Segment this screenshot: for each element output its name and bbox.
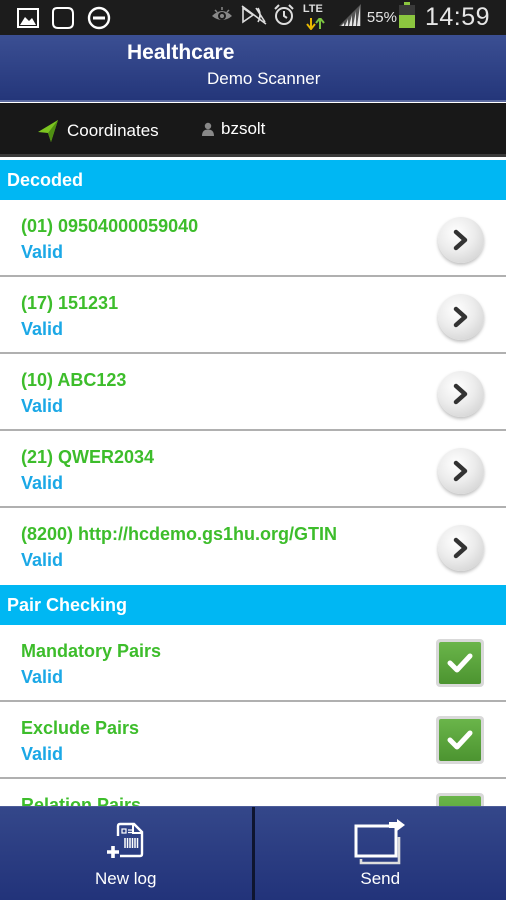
details-button[interactable] (438, 448, 484, 494)
decoded-status: Valid (21, 319, 64, 339)
coordinates-button[interactable]: Coordinates (37, 119, 159, 143)
new-log-icon (104, 819, 148, 865)
pair-check-row[interactable]: Relation Pairs (0, 779, 506, 806)
details-button[interactable] (438, 294, 484, 340)
decoded-row[interactable]: (01) 09504000059040 Valid (0, 200, 506, 277)
checkmark-icon (447, 730, 473, 750)
decoded-row[interactable]: (17) 151231 Valid (0, 277, 506, 354)
decoded-value: (21) QWER2034 (21, 447, 155, 467)
chevron-right-icon (453, 229, 468, 251)
user-indicator: bzsolt (202, 119, 265, 139)
decoded-row[interactable]: (8200) http://hcdemo.gs1hu.org/GTIN Vali… (0, 508, 506, 585)
decoded-row[interactable]: (21) QWER2034 Valid (0, 431, 506, 508)
info-bar: Coordinates bzsolt (0, 103, 506, 157)
details-button[interactable] (438, 525, 484, 571)
app-subtitle: Demo Scanner (207, 69, 321, 88)
pair-check-row[interactable]: Mandatory Pairs Valid (0, 625, 506, 702)
decoded-value: (01) 09504000059040 (21, 216, 199, 236)
lte-data-icon: LTE (303, 2, 329, 32)
decoded-row[interactable]: (10) ABC123 Valid (0, 354, 506, 431)
bottom-action-bar: New log Send (0, 806, 506, 900)
send-icon (353, 819, 407, 865)
section-header-pair-checking: Pair Checking (0, 585, 506, 625)
decoded-status: Valid (21, 396, 64, 416)
eye-icon (211, 6, 233, 29)
pair-check-status: Valid (21, 667, 64, 687)
battery-percent: 55% (366, 8, 397, 26)
pair-check-checkbox[interactable] (436, 716, 484, 764)
chevron-right-icon (453, 383, 468, 405)
pair-check-name: Mandatory Pairs (21, 641, 162, 661)
details-button[interactable] (438, 371, 484, 417)
user-name: bzsolt (221, 119, 266, 138)
app-title: Healthcare (127, 41, 235, 64)
app-header: Healthcare Demo Scanner (0, 35, 506, 102)
user-icon (202, 122, 214, 136)
decoded-value: (17) 151231 (21, 293, 119, 313)
new-log-label: New log (95, 869, 157, 888)
pair-check-status: Valid (21, 744, 64, 764)
chevron-right-icon (453, 460, 468, 482)
chevron-right-icon (453, 537, 468, 559)
lte-label: LTE (302, 3, 323, 15)
pair-check-name: Relation Pairs (21, 795, 142, 806)
clock: 14:59 (424, 2, 490, 31)
checkmark-icon (447, 653, 473, 673)
new-log-button[interactable]: New log (0, 807, 252, 900)
location-arrow-icon (37, 119, 59, 143)
coordinates-label: Coordinates (67, 121, 159, 140)
decoded-status: Valid (21, 242, 64, 262)
gallery-icon (17, 8, 39, 33)
status-bar: LTE 55% 14:59 (0, 0, 506, 35)
pair-check-checkbox[interactable] (436, 639, 484, 687)
pair-check-row[interactable]: Exclude Pairs Valid (0, 702, 506, 779)
details-button[interactable] (438, 217, 484, 263)
alarm-icon (273, 3, 295, 31)
battery-icon (398, 1, 415, 33)
notification-blob-icon (51, 6, 75, 35)
send-button[interactable]: Send (251, 807, 506, 900)
decoded-value: (10) ABC123 (21, 370, 127, 390)
signal-icon (338, 3, 363, 31)
decoded-status: Valid (21, 550, 64, 570)
decoded-status: Valid (21, 473, 64, 493)
silent-mode-icon (241, 4, 267, 30)
section-header-decoded: Decoded (0, 160, 506, 200)
send-label: Send (360, 869, 401, 888)
do-not-disturb-icon (87, 6, 111, 35)
chevron-right-icon (453, 306, 468, 328)
content-list[interactable]: Decoded (01) 09504000059040 Valid (17) 1… (0, 160, 506, 806)
pair-check-name: Exclude Pairs (21, 718, 140, 738)
decoded-value: (8200) http://hcdemo.gs1hu.org/GTIN (21, 524, 338, 544)
pair-check-checkbox[interactable] (436, 793, 484, 806)
